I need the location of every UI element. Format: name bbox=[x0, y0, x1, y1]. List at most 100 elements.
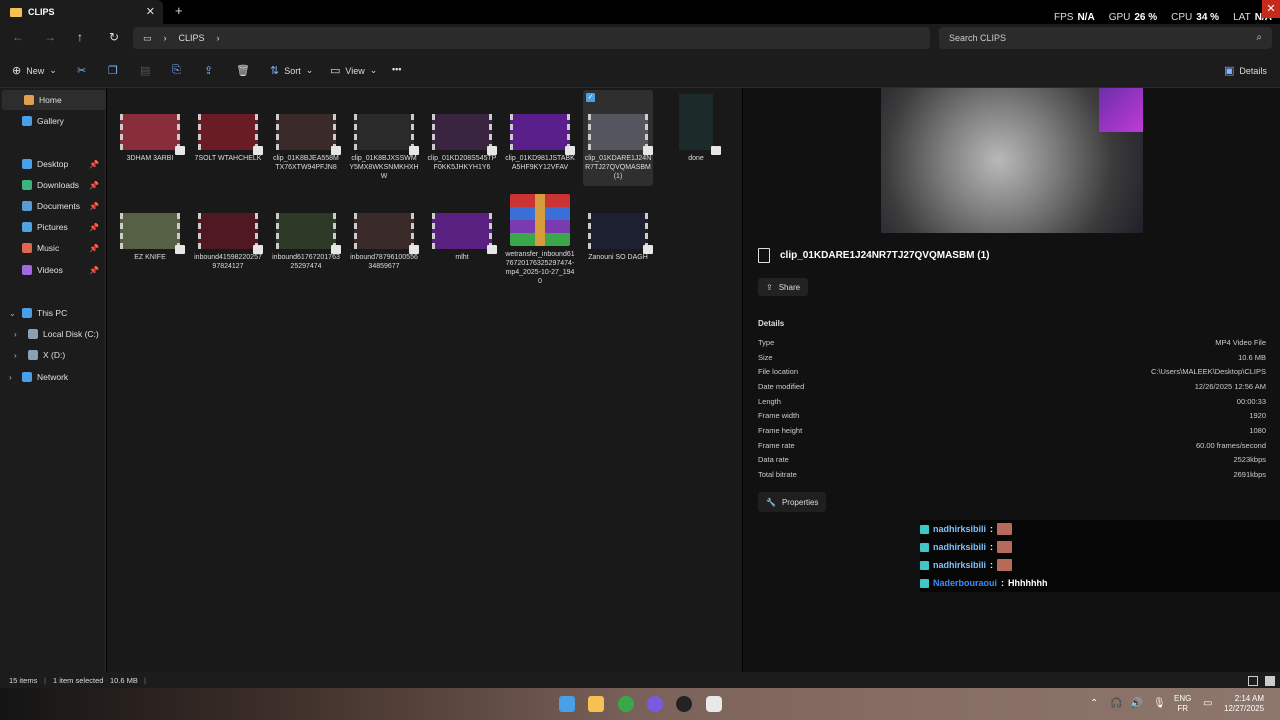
view-button[interactable]: ▭ View ⌄ bbox=[330, 64, 377, 77]
rename-icon[interactable]: ⎘ bbox=[172, 64, 181, 77]
file-item[interactable]: 3DHAM 3ARBI bbox=[115, 114, 185, 163]
search-placeholder: Search CLIPS bbox=[949, 33, 1007, 43]
sidebar-item-downloads[interactable]: Downloads 📌 bbox=[0, 175, 104, 195]
checkbox-checked-icon[interactable]: ✓ bbox=[586, 93, 595, 102]
search-input[interactable]: Search CLIPS ⌕ bbox=[939, 27, 1272, 49]
video-preview[interactable] bbox=[881, 88, 1143, 233]
chevron-right-icon[interactable]: › bbox=[14, 351, 17, 360]
clock[interactable]: 2:14 AM 12/27/2025 bbox=[1224, 694, 1264, 714]
winrar-archive-icon bbox=[510, 194, 570, 246]
back-icon[interactable]: ← bbox=[12, 30, 24, 44]
file-item[interactable]: clip_01KD208S545TPF0KK5JHKYH1Y6 bbox=[427, 114, 497, 172]
monitor-icon: ▭ bbox=[143, 32, 152, 43]
file-item[interactable]: inbound7879610055634859677 bbox=[349, 213, 419, 271]
language-indicator[interactable]: ENG FR bbox=[1174, 694, 1191, 714]
video-thumbnail bbox=[198, 213, 263, 254]
pin-icon[interactable]: 📌 bbox=[89, 244, 99, 253]
sidebar-item-desktop[interactable]: Desktop 📌 bbox=[0, 154, 104, 174]
chevron-right-icon[interactable]: › bbox=[9, 373, 12, 382]
sort-icon: ⇅ bbox=[270, 65, 280, 77]
discord-icon[interactable] bbox=[647, 696, 663, 712]
volume-icon[interactable]: 🔊 bbox=[1130, 698, 1142, 709]
up-icon[interactable]: ↑ bbox=[77, 30, 83, 44]
tab-clips[interactable]: CLIPS ✕ bbox=[0, 0, 163, 24]
sidebar-item-documents[interactable]: Documents 📌 bbox=[0, 196, 104, 216]
wrench-icon: 🔧 bbox=[766, 497, 776, 507]
details-button[interactable]: ▣ Details bbox=[1224, 64, 1267, 77]
address-bar[interactable]: ▭ › CLIPS › bbox=[133, 27, 930, 49]
pin-icon[interactable]: 📌 bbox=[89, 266, 99, 275]
sidebar-item-videos[interactable]: Videos 📌 bbox=[0, 260, 104, 280]
file-name: EZ KNIFE bbox=[134, 254, 166, 261]
chevron-down-icon[interactable]: ⌄ bbox=[9, 309, 16, 318]
webcam-overlay bbox=[1099, 88, 1143, 132]
sidebar-item-home[interactable]: Home bbox=[2, 90, 106, 110]
sidebar-item-label: Videos bbox=[37, 265, 63, 275]
share-button[interactable]: ⇪ Share bbox=[758, 278, 809, 296]
file-item[interactable]: Zanouni SO DAGH bbox=[583, 213, 653, 262]
chat-message: Naderbouraoui : Hhhhhhh bbox=[920, 574, 1280, 592]
file-item[interactable]: mlht bbox=[427, 213, 497, 262]
chevron-right-icon[interactable]: › bbox=[217, 33, 220, 43]
steam-icon[interactable] bbox=[676, 696, 692, 712]
chevron-right-icon[interactable]: › bbox=[14, 330, 17, 339]
sidebar-item-network[interactable]: › Network bbox=[0, 367, 104, 387]
performance-overlay: FPSN/A GPU26 % CPU34 % LATN/A bbox=[1054, 12, 1272, 23]
file-item[interactable]: clip_01K8BJXSSWMY5MX8WKSNMKHXHW bbox=[349, 114, 419, 181]
paste-icon[interactable]: ▤ bbox=[140, 64, 150, 77]
more-options-button[interactable]: ••• bbox=[392, 64, 401, 74]
refresh-icon[interactable]: ↻ bbox=[109, 30, 119, 44]
prop-row: Date modified 12/26/2025 12:56 AM bbox=[758, 382, 1266, 391]
sidebar-item-pictures[interactable]: Pictures 📌 bbox=[0, 217, 104, 237]
video-thumbnail bbox=[510, 114, 575, 155]
file-item-selected[interactable]: ✓ clip_01KDARE1J24NR7TJ27QVQMASBM (1) bbox=[583, 90, 653, 186]
details-view-icon[interactable] bbox=[1248, 676, 1258, 686]
sidebar-item-gallery[interactable]: Gallery bbox=[0, 111, 104, 131]
video-thumbnail bbox=[432, 114, 497, 155]
breadcrumb-clips[interactable]: CLIPS bbox=[179, 33, 205, 43]
tiles-view-icon[interactable] bbox=[1265, 676, 1275, 686]
chevron-up-icon[interactable]: ⌃ bbox=[1090, 698, 1098, 709]
app-icon[interactable] bbox=[706, 696, 722, 712]
sidebar-item-x-drive[interactable]: › X (D:) bbox=[0, 345, 104, 365]
window-close-button[interactable]: ✕ bbox=[1262, 0, 1280, 18]
video-file-icon bbox=[253, 146, 263, 155]
chat-username: nadhirksibili bbox=[933, 542, 987, 552]
file-item[interactable]: clip_01KD981JSTABKA5HF9KY12VFAV bbox=[505, 114, 575, 172]
search-icon[interactable]: ⌕ bbox=[1256, 32, 1262, 43]
file-item[interactable]: clip_01K8BJEA558MTX76XTW94PFJN8 bbox=[271, 114, 341, 172]
microphone-icon[interactable]: 🎙 bbox=[1153, 698, 1166, 709]
file-item[interactable]: 7SOLT WTAHCHELK bbox=[193, 114, 263, 163]
sidebar-item-this-pc[interactable]: ⌄ This PC bbox=[0, 303, 104, 323]
forward-icon[interactable]: → bbox=[44, 30, 56, 44]
file-item[interactable]: inbound4159822025797824127 bbox=[193, 213, 263, 271]
sidebar-item-local-disk[interactable]: › Local Disk (C:) bbox=[0, 324, 104, 344]
close-tab-icon[interactable]: ✕ bbox=[146, 5, 155, 18]
file-item[interactable]: inbound6176720176325297474 bbox=[271, 213, 341, 271]
delete-icon[interactable]: 🗑 bbox=[236, 64, 250, 77]
sidebar-item-music[interactable]: Music 📌 bbox=[0, 238, 104, 258]
pin-icon[interactable]: 📌 bbox=[89, 181, 99, 190]
sort-button[interactable]: ⇅ Sort ⌄ bbox=[270, 64, 313, 77]
prop-row: Frame width 1920 bbox=[758, 411, 1266, 420]
file-explorer-icon[interactable] bbox=[588, 696, 604, 712]
cut-icon[interactable]: ✂ bbox=[77, 64, 86, 77]
properties-button[interactable]: 🔧 Properties bbox=[758, 492, 827, 512]
copy-icon[interactable]: ❐ bbox=[108, 64, 118, 77]
chrome-icon[interactable] bbox=[618, 696, 634, 712]
command-bar: ⊕ New ⌄ ✂ ❐ ▤ ⎘ ⇪ 🗑 ⇅ Sort ⌄ ▭ View ⌄ ••… bbox=[0, 52, 1280, 88]
file-item[interactable]: wetransfer_inbound6176720176325297474-mp… bbox=[505, 194, 575, 286]
file-name: clip_01KD981JSTABKA5HF9KY12VFAV bbox=[505, 155, 575, 171]
headset-icon[interactable]: 🎧 bbox=[1110, 698, 1122, 709]
windows-start-icon[interactable] bbox=[559, 696, 575, 712]
share-icon[interactable]: ⇪ bbox=[204, 64, 213, 77]
file-item[interactable]: done bbox=[661, 94, 731, 163]
notification-icon[interactable]: ▭ bbox=[1203, 698, 1212, 709]
new-tab-button[interactable]: + bbox=[175, 3, 183, 18]
file-item[interactable]: EZ KNIFE bbox=[115, 213, 185, 262]
pin-icon[interactable]: 📌 bbox=[89, 202, 99, 211]
pin-icon[interactable]: 📌 bbox=[89, 223, 99, 232]
pc-icon bbox=[22, 308, 32, 318]
pin-icon[interactable]: 📌 bbox=[89, 160, 99, 169]
new-button[interactable]: ⊕ New ⌄ bbox=[12, 64, 57, 77]
